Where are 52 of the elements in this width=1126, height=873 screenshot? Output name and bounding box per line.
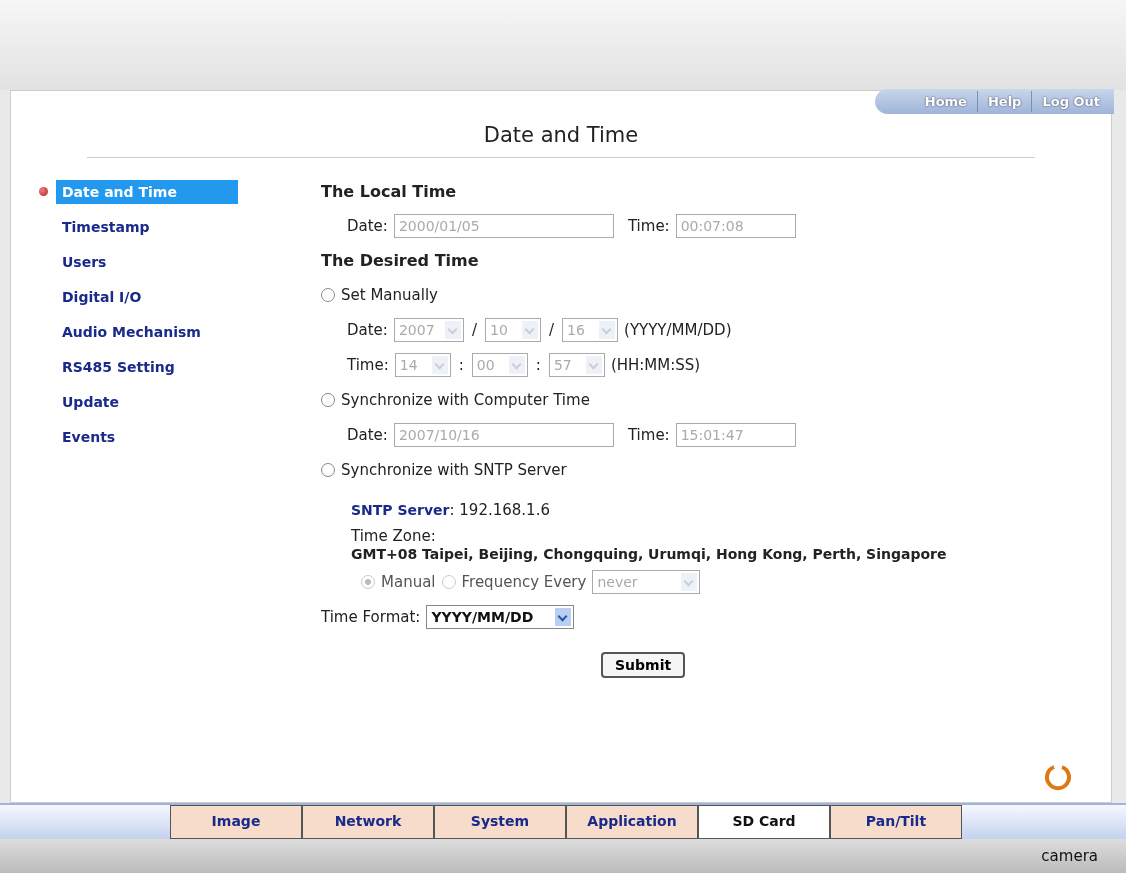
- menu-tab[interactable]: SD Card: [698, 805, 830, 839]
- field-label: Date:: [347, 425, 388, 444]
- section-heading: The Local Time: [321, 180, 458, 203]
- menu-tab[interactable]: Application: [566, 805, 698, 839]
- caret-icon: [681, 572, 698, 591]
- caret-icon: [599, 320, 616, 339]
- caret-icon: [521, 320, 538, 339]
- menu-tab[interactable]: Pan/Tilt: [830, 805, 962, 839]
- field-label: Date:: [347, 320, 388, 339]
- page-title: Date and Time: [87, 123, 1035, 158]
- field-label: Time:: [627, 425, 670, 444]
- time-format-dropdown[interactable]: YYYY/MM/DD: [426, 604, 575, 629]
- sidebar-item[interactable]: Users: [62, 249, 238, 274]
- field-label: Time:: [347, 355, 389, 374]
- sidebar-item[interactable]: Audio Mechanism: [62, 319, 238, 344]
- radio-label: Synchronize with Computer Time: [341, 390, 590, 409]
- submit-button[interactable]: Submit: [601, 652, 686, 678]
- separator-text: :: [534, 355, 542, 374]
- sidebar-item[interactable]: Events: [62, 424, 238, 449]
- separator-text: :: [457, 355, 465, 374]
- caret-icon: [444, 320, 461, 339]
- field-label: Time Format:: [321, 607, 421, 626]
- menu-tab[interactable]: Image: [170, 805, 302, 839]
- format-hint: (HH:MM:SS): [610, 355, 701, 374]
- timezone-text: GMT+08 Taipei, Beijing, Chongquing, Urumqi, Hong Kong, Perth, Singapore: [351, 545, 948, 564]
- separator-text: /: [470, 320, 478, 339]
- server-value: : 192.168.1.6: [449, 501, 550, 519]
- radio-button[interactable]: [321, 392, 335, 407]
- caret-icon: [555, 607, 572, 626]
- caret-icon: [585, 355, 602, 374]
- sidebar-item[interactable]: Digital I/O: [62, 284, 238, 309]
- radio-label: Set Manually: [341, 285, 438, 304]
- sidebar-item[interactable]: Update: [62, 389, 238, 414]
- field-label: Date:: [347, 216, 388, 235]
- menu-tab[interactable]: System: [434, 805, 566, 839]
- radio-label: Manual: [381, 572, 436, 591]
- caret-icon: [431, 355, 448, 374]
- field-label: Time:: [627, 216, 670, 235]
- separator-text: /: [547, 320, 556, 339]
- radio-label: Frequency Every: [461, 572, 587, 591]
- radio-label: Synchronize with SNTP Server: [341, 460, 567, 479]
- section-heading: The Desired Time: [321, 249, 480, 272]
- caret-icon: [508, 355, 525, 374]
- format-hint: (YYYY/MM/DD): [624, 320, 732, 339]
- server-label: SNTP Server: [351, 502, 450, 518]
- sidebar-item[interactable]: Timestamp: [62, 214, 238, 239]
- radio-button[interactable]: [321, 462, 335, 477]
- field-label: Time Zone:: [351, 527, 437, 545]
- sidebar-item[interactable]: RS485 Setting: [62, 354, 238, 379]
- radio-button[interactable]: [321, 287, 335, 302]
- menu-tab[interactable]: Network: [302, 805, 434, 839]
- brand-text: camera: [1041, 847, 1098, 865]
